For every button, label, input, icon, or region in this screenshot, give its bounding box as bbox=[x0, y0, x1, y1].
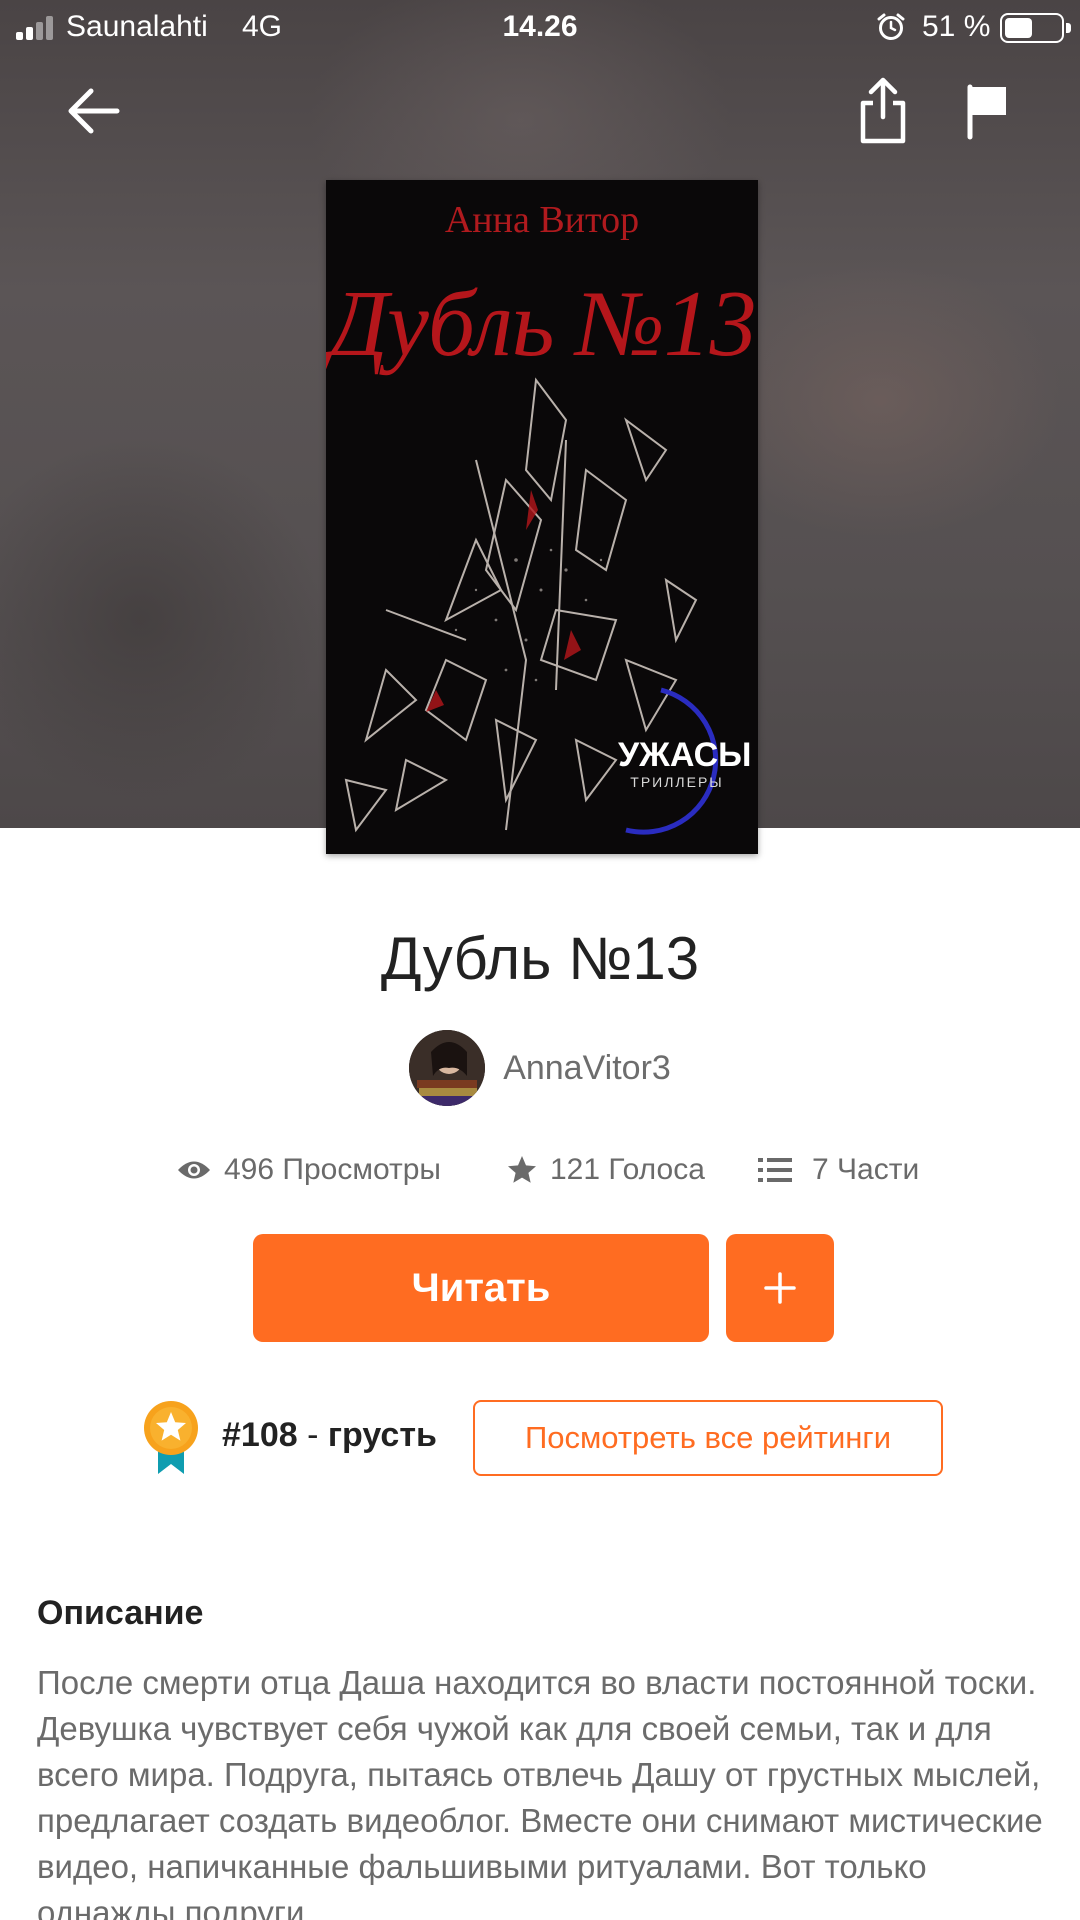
cover-subgenre: ТРИЛЛЕРЫ bbox=[630, 774, 724, 790]
ranking-separator: - bbox=[297, 1416, 328, 1454]
share-icon[interactable] bbox=[846, 74, 920, 148]
cover-author: Анна Витор bbox=[444, 199, 640, 241]
view-all-ratings-button[interactable]: Посмотреть все рейтинги bbox=[473, 1400, 943, 1476]
plus-icon bbox=[764, 1272, 796, 1304]
description-text: После смерти отца Даша находится во влас… bbox=[37, 1664, 1043, 1920]
status-bar: Saunalahti 4G 14.26 51 % bbox=[0, 0, 1080, 56]
book-cover[interactable]: Анна Витор Дубль №13 УЖАСЫ ТРИЛЛЕРЫ bbox=[326, 180, 758, 854]
votes-label: Голоса bbox=[608, 1153, 705, 1186]
list-icon bbox=[758, 1158, 792, 1182]
story-stats: 496 Просмотры 121 Голоса 7 Части bbox=[0, 1148, 1080, 1192]
clock: 14.26 bbox=[502, 10, 578, 43]
parts-count: 7 bbox=[812, 1153, 829, 1186]
cover-genre: УЖАСЫ bbox=[618, 736, 752, 774]
views-label: Просмотры bbox=[282, 1153, 441, 1186]
author-avatar[interactable] bbox=[409, 1030, 486, 1106]
alarm-icon bbox=[877, 13, 905, 40]
eye-icon bbox=[178, 1161, 210, 1179]
story-title: Дубль №13 bbox=[380, 925, 700, 992]
add-to-library-button[interactable] bbox=[726, 1234, 834, 1342]
back-arrow-icon[interactable] bbox=[56, 74, 130, 148]
views-stat: 496 Просмотры bbox=[176, 1148, 441, 1192]
description-heading: Описание bbox=[37, 1594, 204, 1632]
ranking-row: #108 - грусть Посмотреть все рейтинги bbox=[0, 1400, 1080, 1476]
votes-count: 121 bbox=[550, 1153, 601, 1186]
parts-label: Части bbox=[837, 1153, 920, 1186]
ranking-text: #108 - грусть bbox=[222, 1416, 437, 1455]
star-icon bbox=[508, 1156, 536, 1183]
parts-stat: 7 Части bbox=[758, 1148, 919, 1192]
author-name[interactable]: AnnaVitor3 bbox=[503, 1049, 671, 1088]
ranking-medal-icon bbox=[144, 1401, 198, 1474]
story-details-screen: Saunalahti 4G 14.26 51 % Анна Витор Дубл… bbox=[0, 0, 1080, 1920]
ranking-number: #108 bbox=[222, 1416, 298, 1454]
read-button[interactable]: Читать bbox=[253, 1234, 709, 1342]
battery-icon bbox=[1000, 13, 1071, 43]
author-row[interactable]: AnnaVitor3 bbox=[0, 1030, 1080, 1106]
votes-stat: 121 Голоса bbox=[506, 1148, 705, 1192]
flag-icon[interactable] bbox=[950, 74, 1024, 148]
battery-percent: 51 % bbox=[922, 10, 991, 43]
views-count: 496 bbox=[224, 1153, 275, 1186]
ranking-category: грусть bbox=[327, 1416, 437, 1454]
battery-fill bbox=[1005, 18, 1032, 38]
